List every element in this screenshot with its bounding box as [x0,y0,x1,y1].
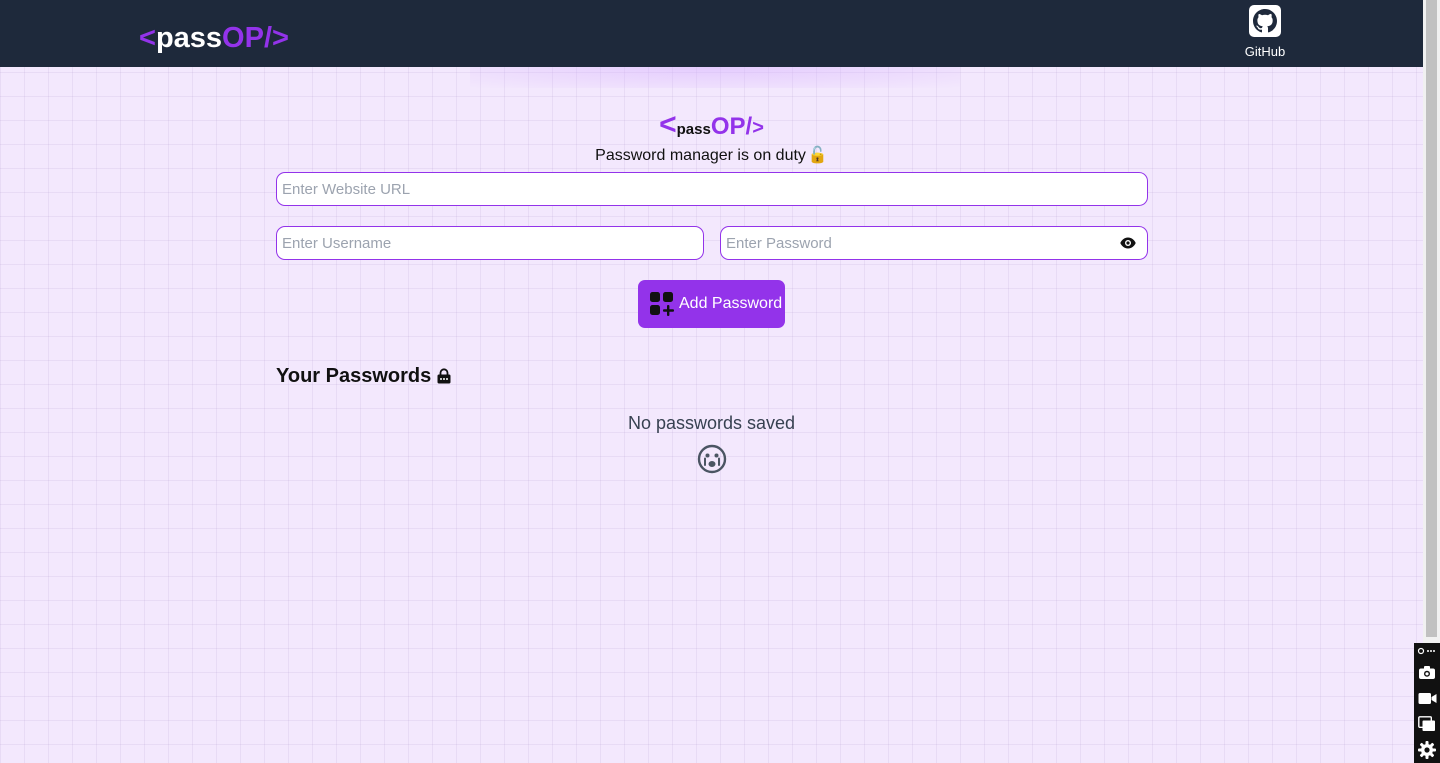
logo-close-bracket: > [272,22,289,54]
password-input[interactable] [720,226,1148,260]
navbar: <passOP/> GitHub [0,0,1423,67]
page-logo: <passOP/> [0,108,1423,142]
unlock-icon: 🔓 [807,147,828,164]
logo-open-bracket: < [139,22,156,54]
sad-face-icon [697,444,727,474]
hero-logo-pass: pass [676,121,711,138]
github-label: GitHub [1244,44,1286,59]
add-password-label: Add Password [679,295,783,312]
empty-state-message: No passwords saved [627,413,796,433]
website-url-input[interactable] [276,172,1148,206]
windows-icon[interactable] [1414,711,1440,737]
scrollbar-thumb[interactable] [1426,0,1437,637]
eye-icon[interactable] [1119,235,1137,251]
hero-logo-op: OP/ [710,113,753,140]
logo-op: OP/ [222,22,273,54]
video-icon[interactable] [1414,685,1440,711]
github-button[interactable]: GitHub [1240,5,1290,65]
screen-capture-toolbar [1414,643,1440,763]
add-grid-icon [649,291,675,317]
tagline-text: Password manager is on duty [595,147,806,164]
passwords-title: Your Passwords [276,365,432,387]
tagline: Password manager is on duty 🔓 [0,145,1423,167]
header-glow [470,67,960,88]
add-password-button[interactable]: Add Password [638,280,785,328]
toolbar-menu-icon[interactable] [1414,643,1440,659]
nav-logo[interactable]: <passOP/> [139,20,289,56]
hero-logo-close-bracket: > [752,117,764,139]
username-input[interactable] [276,226,704,260]
passwords-heading: Your Passwords [276,364,451,388]
camera-icon[interactable] [1414,659,1440,685]
logo-pass: pass [155,22,223,54]
settings-gear-icon[interactable] [1414,737,1440,763]
github-icon [1249,5,1281,37]
lock-icon [437,368,451,384]
hero-logo-open-bracket: < [659,108,677,141]
